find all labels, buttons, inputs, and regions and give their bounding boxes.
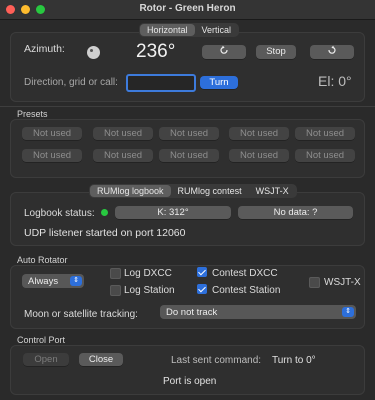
mode-segmented-control: Horizontal Vertical [139, 23, 240, 37]
preset-button-3[interactable]: Not used [159, 127, 219, 140]
preset-button-10[interactable]: Not used [295, 149, 355, 162]
tab-horizontal[interactable]: Horizontal [140, 24, 195, 36]
auto-mode-popup[interactable]: Always ⇕ [22, 274, 84, 288]
window-title: Rotor - Green Heron [139, 3, 236, 14]
turn-button[interactable]: Turn [200, 76, 238, 89]
contest-dxcc-label: Contest DXCC [212, 268, 278, 279]
tracking-popup[interactable]: Do not track ⇕ [160, 305, 356, 319]
direction-input[interactable] [126, 74, 196, 92]
azimuth-label: Azimuth: [24, 43, 65, 55]
wsjtx-checkbox[interactable] [309, 277, 320, 288]
preset-button-9[interactable]: Not used [229, 149, 289, 162]
tab-rumlog-contest[interactable]: RUMlog contest [171, 185, 249, 197]
wsjtx-label: WSJT-X [324, 277, 361, 288]
contest-station-checkbox[interactable] [197, 284, 207, 294]
contest-dxcc-checkbox[interactable] [197, 267, 207, 277]
preset-button-5[interactable]: Not used [295, 127, 355, 140]
rotate-cw-button[interactable] [310, 45, 354, 59]
direction-label: Direction, grid or call: [24, 77, 118, 88]
last-sent-value: Turn to 0° [272, 355, 316, 366]
last-sent-label: Last sent command: [171, 355, 262, 366]
preset-button-2[interactable]: Not used [93, 127, 153, 140]
tab-rumlog-logbook[interactable]: RUMlog logbook [90, 185, 171, 197]
logbook-status-label: Logbook status: [24, 208, 95, 219]
preset-button-1[interactable]: Not used [22, 127, 82, 140]
udp-status-message: UDP listener started on port 12060 [24, 227, 186, 239]
azimuth-dial-icon [87, 46, 100, 59]
presets-title: Presets [17, 109, 48, 119]
stop-button[interactable]: Stop [256, 45, 296, 59]
auto-mode-value: Always [28, 276, 59, 287]
tab-vertical[interactable]: Vertical [195, 24, 239, 36]
log-dxcc-checkbox[interactable] [110, 268, 121, 279]
k-value-field: K: 312° [115, 206, 231, 219]
close-port-button[interactable]: Close [79, 353, 123, 366]
preset-button-8[interactable]: Not used [159, 149, 219, 162]
rotate-ccw-button[interactable] [202, 45, 246, 59]
rotor-window: Rotor - Green Heron Horizontal Vertical … [0, 0, 375, 400]
auto-rotator-title: Auto Rotator [17, 255, 68, 265]
preset-button-7[interactable]: Not used [93, 149, 153, 162]
log-source-segmented-control: RUMlog logbook RUMlog contest WSJT-X [89, 184, 297, 198]
chevron-updown-icon: ⇕ [70, 276, 82, 286]
preset-button-6[interactable]: Not used [22, 149, 82, 162]
preset-button-4[interactable]: Not used [229, 127, 289, 140]
contest-station-label: Contest Station [212, 285, 281, 296]
log-station-checkbox[interactable] [110, 285, 121, 296]
divider [0, 106, 375, 107]
log-dxcc-label: Log DXCC [124, 268, 172, 279]
log-station-label: Log Station [124, 285, 175, 296]
open-port-button[interactable]: Open [23, 353, 69, 366]
status-indicator-icon [101, 209, 108, 216]
elevation-readout: El: 0° [318, 73, 352, 89]
no-data-field: No data: ? [238, 206, 353, 219]
tab-wsjtx[interactable]: WSJT-X [249, 185, 296, 197]
azimuth-value: 236° [136, 41, 176, 62]
tracking-label: Moon or satellite tracking: [24, 309, 138, 320]
control-port-title: Control Port [17, 335, 66, 345]
title-bar: Rotor - Green Heron [0, 0, 375, 20]
chevron-updown-icon: ⇕ [342, 307, 354, 317]
rotate-left-icon [219, 45, 229, 57]
rotate-right-icon [327, 45, 337, 57]
tracking-value: Do not track [166, 307, 218, 318]
port-status: Port is open [163, 376, 217, 387]
